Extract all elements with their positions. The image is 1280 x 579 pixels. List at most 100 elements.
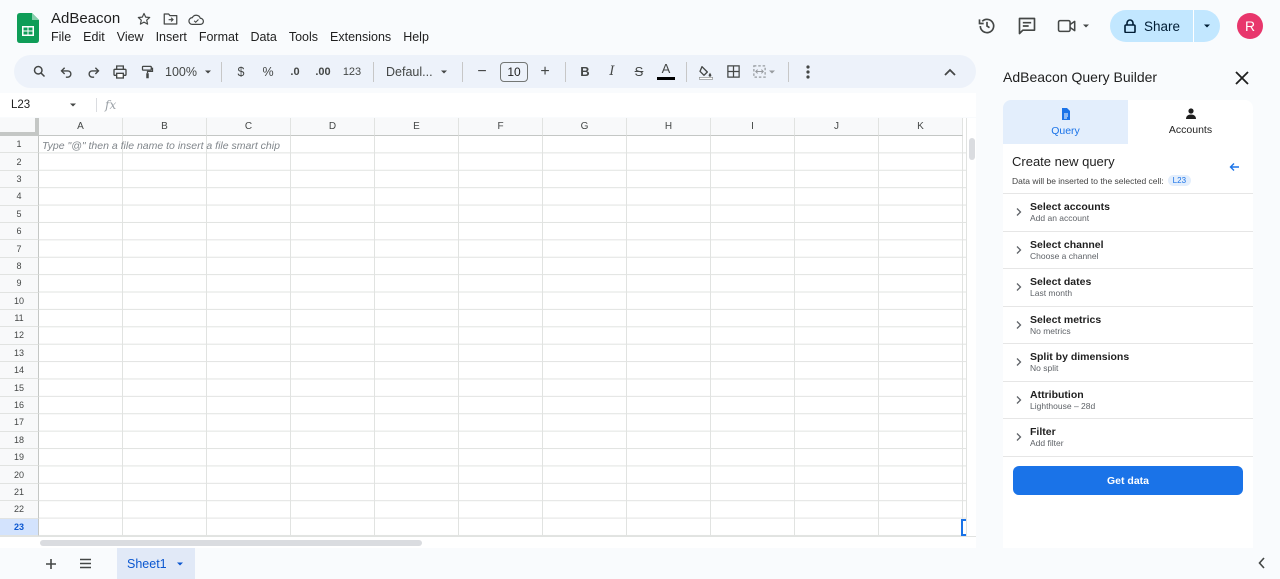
share-button[interactable]: Share [1110, 10, 1194, 42]
fill-color-icon[interactable] [693, 60, 719, 84]
menu-help[interactable]: Help [403, 30, 429, 44]
search-menus-icon[interactable] [26, 60, 52, 84]
query-step-select-accounts[interactable]: Select accounts Add an account [1003, 194, 1253, 232]
column-header-f[interactable]: F [459, 118, 543, 136]
column-header-b[interactable]: B [123, 118, 207, 136]
font-size-input[interactable]: 10 [500, 61, 528, 82]
query-step-select-channel[interactable]: Select channel Choose a channel [1003, 232, 1253, 269]
move-folder-icon[interactable] [162, 11, 178, 27]
tab-query[interactable]: Query [1003, 100, 1128, 144]
name-box[interactable]: L23 [0, 99, 86, 111]
column-header-j[interactable]: J [795, 118, 879, 136]
row-header-8[interactable]: 8 [0, 257, 39, 276]
currency-format-button[interactable]: $ [228, 60, 254, 84]
query-step-filter[interactable]: Filter Add filter [1003, 419, 1253, 457]
row-header-11[interactable]: 11 [0, 309, 39, 328]
row-header-9[interactable]: 9 [0, 275, 39, 293]
strikethrough-button[interactable]: S [626, 60, 652, 84]
query-step-select-metrics[interactable]: Select metrics No metrics [1003, 307, 1253, 344]
font-select[interactable]: Defaul... [380, 60, 456, 84]
row-header-16[interactable]: 16 [0, 396, 39, 415]
italic-button[interactable]: I [599, 60, 625, 84]
row-header-18[interactable]: 18 [0, 431, 39, 450]
more-options-icon[interactable] [795, 60, 821, 84]
row-header-22[interactable]: 22 [0, 501, 39, 519]
column-header-e[interactable]: E [375, 118, 459, 136]
horizontal-scrollbar[interactable] [0, 536, 976, 548]
all-sheets-icon[interactable] [71, 550, 99, 578]
scrollbar-thumb[interactable] [40, 540, 422, 546]
redo-icon[interactable] [80, 60, 106, 84]
select-all-corner[interactable] [0, 118, 39, 136]
text-color-button[interactable]: A [653, 60, 679, 84]
collapse-toolbar-icon[interactable] [937, 60, 963, 84]
sheet-tab-sheet1[interactable]: Sheet1 [117, 548, 195, 579]
menu-edit[interactable]: Edit [83, 30, 105, 44]
merge-cells-icon[interactable] [747, 60, 781, 84]
row-header-19[interactable]: 19 [0, 449, 39, 467]
row-header-12[interactable]: 12 [0, 327, 39, 345]
document-title[interactable]: AdBeacon [51, 10, 120, 27]
column-header-h[interactable]: H [627, 118, 711, 136]
undo-icon[interactable] [53, 60, 79, 84]
row-header-2[interactable]: 2 [0, 153, 39, 171]
row-header-17[interactable]: 17 [0, 414, 39, 432]
share-options-button[interactable] [1194, 10, 1220, 42]
row-header-10[interactable]: 10 [0, 292, 39, 310]
row-header-6[interactable]: 6 [0, 222, 39, 241]
menu-view[interactable]: View [117, 30, 144, 44]
column-header-i[interactable]: I [711, 118, 795, 136]
menu-file[interactable]: File [51, 30, 71, 44]
menu-extensions[interactable]: Extensions [330, 30, 391, 44]
scrollbar-thumb[interactable] [969, 138, 975, 160]
row-header-15[interactable]: 15 [0, 379, 39, 397]
row-header-20[interactable]: 20 [0, 466, 39, 484]
column-header-d[interactable]: D [291, 118, 375, 136]
row-header-4[interactable]: 4 [0, 188, 39, 206]
add-sheet-icon[interactable] [37, 550, 65, 578]
query-step-split-by-dimensions[interactable]: Split by dimensions No split [1003, 344, 1253, 382]
menu-tools[interactable]: Tools [289, 30, 318, 44]
decrease-decimal-button[interactable]: .0 [282, 60, 308, 84]
row-header-23[interactable]: 23 [0, 518, 39, 536]
row-header-5[interactable]: 5 [0, 205, 39, 223]
column-header-k[interactable]: K [879, 118, 963, 136]
back-arrow-icon[interactable] [1229, 162, 1240, 172]
decrease-font-size-button[interactable]: − [469, 60, 495, 84]
increase-font-size-button[interactable]: + [532, 60, 558, 84]
row-header-1[interactable]: 1 [0, 136, 39, 154]
avatar[interactable]: R [1237, 13, 1263, 39]
zoom-select[interactable]: 100% [161, 60, 215, 84]
collapse-side-panel-icon[interactable] [1258, 556, 1266, 574]
comments-icon[interactable] [1012, 11, 1042, 41]
column-header-a[interactable]: A [39, 118, 123, 136]
borders-icon[interactable] [720, 60, 746, 84]
bold-button[interactable]: B [572, 60, 598, 84]
increase-decimal-button[interactable]: .00 [309, 60, 337, 84]
menu-format[interactable]: Format [199, 30, 239, 44]
row-header-13[interactable]: 13 [0, 344, 39, 363]
close-icon[interactable] [1233, 69, 1251, 87]
number-format-button[interactable]: 123 [338, 60, 366, 84]
row-header-3[interactable]: 3 [0, 170, 39, 189]
paint-format-icon[interactable] [134, 60, 160, 84]
spreadsheet-grid[interactable]: ABCDEFGHIJK 1 2 3 4 5 6 7 8 9 10 11 12 13 14 15 16 17 18 1… [0, 118, 966, 536]
row-header-14[interactable]: 14 [0, 362, 39, 380]
version-history-icon[interactable] [972, 11, 1002, 41]
get-data-button[interactable]: Get data [1013, 466, 1243, 495]
percent-format-button[interactable]: % [255, 60, 281, 84]
star-icon[interactable] [136, 11, 152, 27]
tab-accounts[interactable]: Accounts [1128, 100, 1253, 144]
vertical-scrollbar[interactable] [966, 118, 976, 536]
row-header-7[interactable]: 7 [0, 240, 39, 258]
meet-button[interactable] [1052, 11, 1096, 41]
column-header-g[interactable]: G [543, 118, 627, 136]
cell-area[interactable] [39, 136, 966, 536]
print-icon[interactable] [107, 60, 133, 84]
menu-data[interactable]: Data [250, 30, 276, 44]
query-step-select-dates[interactable]: Select dates Last month [1003, 269, 1253, 307]
row-header-21[interactable]: 21 [0, 483, 39, 502]
menu-insert[interactable]: Insert [156, 30, 187, 44]
sheets-logo-icon[interactable] [17, 13, 39, 43]
column-header-c[interactable]: C [207, 118, 291, 136]
